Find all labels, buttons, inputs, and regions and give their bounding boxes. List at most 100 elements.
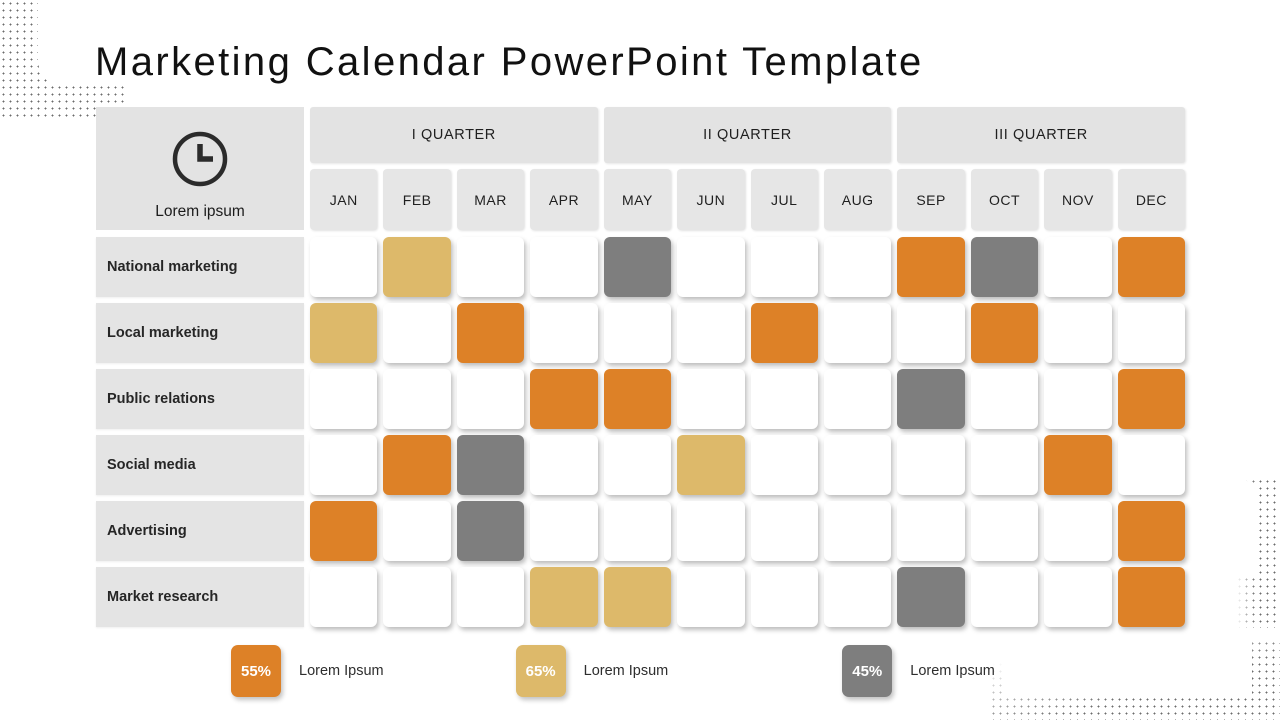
legend-item: 55% Lorem Ipsum bbox=[231, 645, 384, 697]
calendar-cell[interactable] bbox=[530, 435, 598, 495]
calendar-cell[interactable] bbox=[456, 369, 525, 429]
legend-swatch: 45% bbox=[842, 645, 893, 697]
page-title: Marketing Calendar PowerPoint Template bbox=[95, 40, 924, 84]
calendar-cell[interactable] bbox=[897, 303, 965, 363]
row-label-national-marketing: National marketing bbox=[96, 237, 304, 297]
calendar-cell[interactable] bbox=[603, 369, 672, 429]
calendar-cell[interactable] bbox=[603, 237, 672, 297]
calendar-cell[interactable] bbox=[310, 435, 378, 495]
calendar-cell[interactable] bbox=[310, 237, 378, 297]
calendar-cell[interactable] bbox=[603, 303, 672, 363]
calendar-body: National marketing Local marketing Public … bbox=[96, 237, 1186, 627]
calendar-cell[interactable] bbox=[823, 369, 892, 429]
month-header-cell: NOV bbox=[1044, 169, 1112, 230]
calendar-cell[interactable] bbox=[1044, 237, 1112, 297]
slide-canvas: Marketing Calendar PowerPoint Template L… bbox=[0, 0, 1280, 720]
calendar-cell[interactable] bbox=[1117, 369, 1186, 429]
calendar-cell[interactable] bbox=[310, 567, 378, 627]
calendar-cell[interactable] bbox=[750, 501, 818, 561]
row-cells bbox=[310, 567, 1186, 627]
calendar-row: Advertising bbox=[96, 501, 1186, 561]
corner-cell-label: Lorem ipsum bbox=[155, 203, 245, 220]
row-cells bbox=[310, 369, 1186, 429]
calendar-cell[interactable] bbox=[383, 435, 451, 495]
calendar-cell[interactable] bbox=[970, 369, 1039, 429]
month-header-cell: JUL bbox=[750, 169, 818, 230]
calendar-cell[interactable] bbox=[456, 567, 525, 627]
calendar-cell[interactable] bbox=[456, 303, 525, 363]
calendar-cell[interactable] bbox=[1044, 435, 1112, 495]
legend-swatch: 65% bbox=[515, 645, 566, 697]
calendar-cell[interactable] bbox=[310, 303, 378, 363]
row-label-public-relations: Public relations bbox=[96, 369, 304, 429]
calendar-cell[interactable] bbox=[383, 369, 451, 429]
calendar-cell[interactable] bbox=[750, 567, 818, 627]
calendar-cell[interactable] bbox=[1117, 567, 1186, 627]
calendar-cell[interactable] bbox=[1044, 501, 1112, 561]
decorative-corner-mask-bottom-right bbox=[1002, 638, 1252, 696]
calendar-cell[interactable] bbox=[1117, 435, 1186, 495]
calendar-cell[interactable] bbox=[750, 369, 818, 429]
calendar-cell[interactable] bbox=[530, 501, 598, 561]
calendar-cell[interactable] bbox=[897, 567, 965, 627]
calendar-cell[interactable] bbox=[383, 237, 451, 297]
calendar-cell[interactable] bbox=[897, 237, 965, 297]
marketing-calendar-table: Lorem ipsum I QUARTER II QUARTER III QUART… bbox=[96, 107, 1186, 633]
calendar-cell[interactable] bbox=[970, 567, 1039, 627]
calendar-cell[interactable] bbox=[970, 303, 1039, 363]
calendar-row: Local marketing bbox=[96, 303, 1186, 363]
calendar-cell[interactable] bbox=[750, 237, 818, 297]
month-header-cell: JAN bbox=[310, 169, 378, 230]
calendar-cell[interactable] bbox=[897, 369, 965, 429]
month-header-cell: MAR bbox=[456, 169, 525, 230]
calendar-cell[interactable] bbox=[677, 567, 745, 627]
calendar-cell[interactable] bbox=[823, 435, 892, 495]
calendar-cell[interactable] bbox=[677, 501, 745, 561]
calendar-cell[interactable] bbox=[897, 435, 965, 495]
calendar-header-right: I QUARTER II QUARTER III QUARTER JAN FEB MAR… bbox=[310, 107, 1186, 230]
calendar-cell[interactable] bbox=[383, 303, 451, 363]
calendar-cell[interactable] bbox=[383, 501, 451, 561]
calendar-cell[interactable] bbox=[823, 303, 892, 363]
row-label-social-media: Social media bbox=[96, 435, 304, 495]
calendar-cell[interactable] bbox=[970, 501, 1039, 561]
legend-label: Lorem Ipsum bbox=[299, 663, 384, 679]
calendar-cell[interactable] bbox=[1117, 303, 1186, 363]
clock-icon bbox=[169, 128, 231, 195]
calendar-cell[interactable] bbox=[823, 501, 892, 561]
calendar-cell[interactable] bbox=[603, 501, 672, 561]
calendar-cell[interactable] bbox=[677, 237, 745, 297]
calendar-cell[interactable] bbox=[750, 435, 818, 495]
calendar-cell[interactable] bbox=[603, 435, 672, 495]
calendar-cell[interactable] bbox=[530, 237, 598, 297]
calendar-cell[interactable] bbox=[823, 237, 892, 297]
calendar-cell[interactable] bbox=[530, 369, 598, 429]
calendar-cell[interactable] bbox=[1117, 501, 1186, 561]
calendar-cell[interactable] bbox=[310, 501, 378, 561]
calendar-cell[interactable] bbox=[456, 501, 525, 561]
calendar-cell[interactable] bbox=[970, 237, 1039, 297]
calendar-cell[interactable] bbox=[677, 369, 745, 429]
calendar-cell[interactable] bbox=[530, 303, 598, 363]
calendar-cell[interactable] bbox=[750, 303, 818, 363]
calendar-cell[interactable] bbox=[456, 435, 525, 495]
row-cells bbox=[310, 501, 1186, 561]
calendar-cell[interactable] bbox=[1044, 369, 1112, 429]
legend-swatch: 55% bbox=[231, 645, 281, 697]
calendar-cell[interactable] bbox=[603, 567, 672, 627]
calendar-cell[interactable] bbox=[1117, 237, 1186, 297]
calendar-cell[interactable] bbox=[456, 237, 525, 297]
calendar-header: Lorem ipsum I QUARTER II QUARTER III QUART… bbox=[96, 107, 1186, 230]
calendar-cell[interactable] bbox=[310, 369, 378, 429]
calendar-cell[interactable] bbox=[677, 435, 745, 495]
calendar-cell[interactable] bbox=[530, 567, 598, 627]
calendar-cell[interactable] bbox=[677, 303, 745, 363]
month-header-cell: OCT bbox=[970, 169, 1039, 230]
calendar-row: Public relations bbox=[96, 369, 1186, 429]
calendar-cell[interactable] bbox=[823, 567, 892, 627]
calendar-cell[interactable] bbox=[897, 501, 965, 561]
calendar-cell[interactable] bbox=[383, 567, 451, 627]
calendar-cell[interactable] bbox=[1044, 567, 1112, 627]
calendar-cell[interactable] bbox=[1044, 303, 1112, 363]
calendar-cell[interactable] bbox=[970, 435, 1039, 495]
